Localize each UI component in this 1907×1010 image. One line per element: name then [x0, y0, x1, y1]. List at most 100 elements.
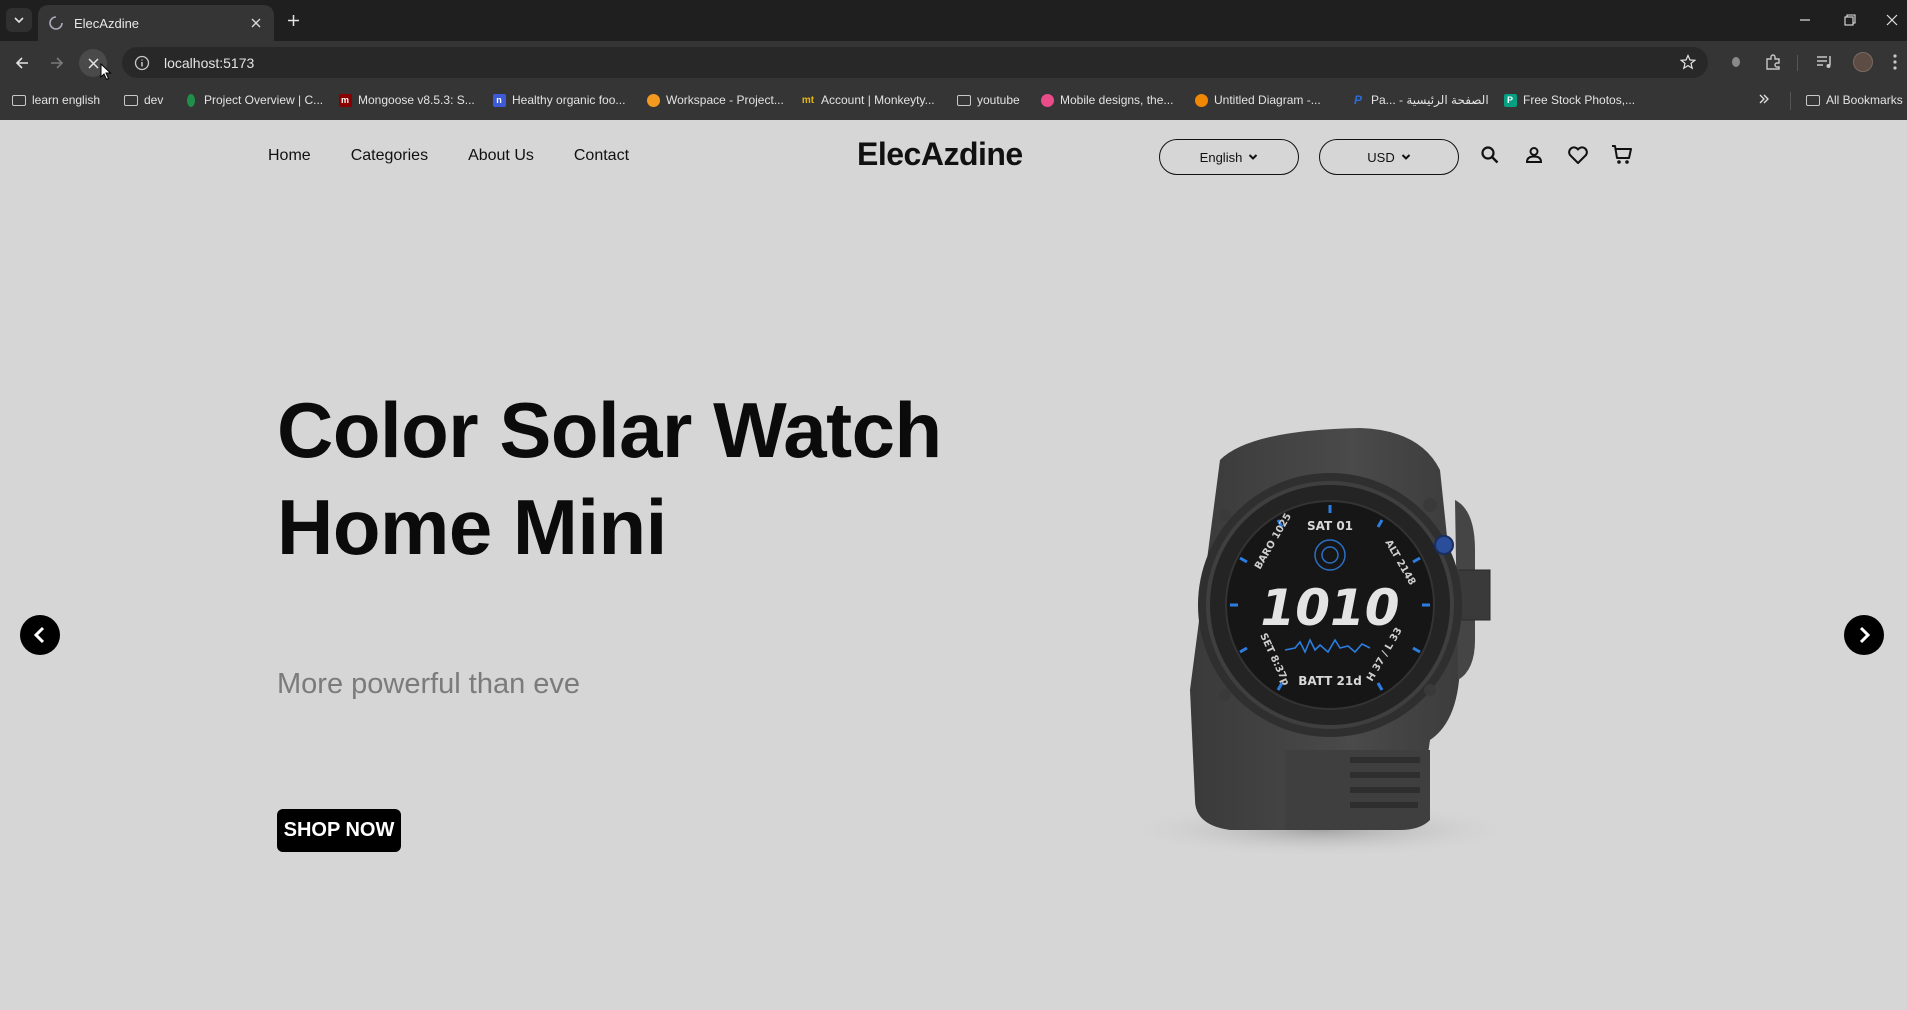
bookmark-label: dev: [144, 93, 164, 107]
forward-button[interactable]: [43, 49, 71, 77]
bookmarks-bar: learn english dev Project Overview | C..…: [0, 83, 1907, 120]
hero-title-line1: Color Solar Watch: [277, 386, 942, 474]
bookmark-item[interactable]: n Healthy organic foo...: [492, 93, 625, 107]
folder-icon: [957, 93, 971, 107]
restore-icon: [1844, 14, 1856, 26]
cart-icon[interactable]: [1610, 143, 1634, 167]
chevron-down-icon: [1401, 154, 1410, 160]
tab-search-button[interactable]: [6, 8, 32, 32]
tab-title: ElecAzdine: [74, 15, 140, 31]
site-logo[interactable]: ElecAzdine: [857, 136, 1023, 173]
bookmark-item[interactable]: P Pa... - الصفحة الرئيسية: [1351, 93, 1489, 107]
mt-icon: mt: [801, 94, 815, 106]
profile-avatar[interactable]: [1853, 52, 1873, 72]
browser-toolbar: localhost:5173: [0, 41, 1907, 83]
bookmark-label: Pa... - الصفحة الرئيسية: [1371, 93, 1489, 107]
minimize-button[interactable]: [1790, 8, 1820, 32]
minimize-icon: [1800, 19, 1810, 21]
watch-battery-label: BATT 21d: [1298, 674, 1362, 688]
close-icon: [1886, 14, 1898, 26]
bookmark-label: Untitled Diagram -...: [1214, 93, 1321, 107]
bookmark-item[interactable]: learn english: [12, 93, 100, 107]
extension-dragon-icon[interactable]: [1725, 51, 1747, 73]
user-icon[interactable]: [1522, 143, 1546, 167]
address-bar[interactable]: localhost:5173: [122, 47, 1708, 78]
drawio-icon: [1194, 93, 1208, 107]
url-text: localhost:5173: [164, 54, 255, 71]
bookmark-item[interactable]: Untitled Diagram -...: [1194, 93, 1321, 107]
loading-favicon-icon: [49, 16, 63, 30]
currency-select[interactable]: USD: [1319, 139, 1459, 175]
nav-contact[interactable]: Contact: [574, 147, 629, 165]
shop-now-button[interactable]: SHOP NOW: [277, 809, 401, 852]
bookmark-item[interactable]: dev: [124, 93, 163, 107]
bookmark-label: Healthy organic foo...: [512, 93, 626, 107]
main-nav: Home Categories About Us Contact: [268, 147, 629, 165]
restore-button[interactable]: [1835, 8, 1865, 32]
toolbar-divider: [1797, 55, 1798, 71]
folder-icon: [124, 93, 138, 107]
bookmarks-overflow-button[interactable]: [1758, 93, 1770, 105]
all-bookmarks-button[interactable]: All Bookmarks: [1806, 93, 1903, 107]
language-select[interactable]: English: [1159, 139, 1299, 175]
currency-select-value: USD: [1367, 149, 1395, 165]
bookmark-item[interactable]: Mobile designs, the...: [1040, 93, 1173, 107]
hero-subtitle: More powerful than eve: [277, 668, 581, 700]
watch-time-label: 1010: [1260, 579, 1399, 637]
plus-icon: [287, 14, 299, 26]
web-page: Home Categories About Us Contact ElecAzd…: [0, 120, 1907, 1010]
more-menu-icon[interactable]: [1884, 51, 1906, 73]
n-icon: n: [492, 93, 506, 107]
extensions-puzzle-icon[interactable]: [1762, 51, 1784, 73]
paypal-icon: P: [1353, 93, 1362, 107]
chevron-down-icon: [14, 17, 24, 24]
carousel-prev-button[interactable]: [20, 615, 60, 655]
arrow-right-icon: [51, 57, 64, 69]
hero-title: Color Solar Watch Home Mini: [277, 382, 942, 576]
product-watch-image: SAT 01 1010 BATT 21d BARO 1025 SET 8:37p…: [1120, 428, 1520, 858]
mongodb-leaf-icon: [184, 93, 198, 107]
bookmark-label: Free Stock Photos,...: [1523, 93, 1636, 107]
site-info-icon[interactable]: [134, 55, 150, 71]
new-tab-button[interactable]: [282, 9, 304, 31]
folder-icon: [12, 93, 26, 107]
orange-circle-icon: [646, 93, 660, 107]
chevron-left-icon: [33, 626, 45, 644]
bookmark-star-icon[interactable]: [1680, 54, 1696, 70]
bookmarks-divider: [1790, 92, 1791, 110]
carousel-next-button[interactable]: [1844, 615, 1884, 655]
hero-title-line2: Home Mini: [277, 483, 667, 571]
close-window-button[interactable]: [1877, 8, 1907, 32]
chevron-right-icon: [1859, 626, 1871, 644]
bookmark-item[interactable]: m Mongoose v8.5.3: S...: [338, 93, 475, 107]
nav-about-us[interactable]: About Us: [468, 147, 534, 165]
tab-close-icon[interactable]: [248, 15, 264, 31]
bookmark-label: learn english: [32, 93, 101, 107]
mouse-cursor-icon: [100, 63, 112, 81]
browser-tab-active[interactable]: ElecAzdine: [38, 5, 274, 41]
bookmark-item[interactable]: P Free Stock Photos,...: [1503, 93, 1635, 107]
bookmark-label: Account | Monkeyty...: [821, 93, 935, 107]
search-icon[interactable]: [1478, 143, 1502, 167]
browser-chrome: ElecAzdine localhost:5173 learn english …: [0, 0, 1907, 120]
bookmark-label: Workspace - Project...: [666, 93, 784, 107]
watch-day-label: SAT 01: [1307, 519, 1353, 533]
all-bookmarks-label: All Bookmarks: [1826, 93, 1903, 107]
bookmark-label: Project Overview | C...: [204, 93, 324, 107]
pexels-icon: P: [1503, 93, 1517, 107]
bookmark-item[interactable]: youtube: [957, 93, 1020, 107]
bookmark-item[interactable]: Workspace - Project...: [646, 93, 784, 107]
media-controls-icon[interactable]: [1814, 51, 1836, 73]
bookmark-item[interactable]: Project Overview | C...: [184, 93, 323, 107]
close-icon: [87, 57, 99, 69]
bookmark-label: Mobile designs, the...: [1060, 93, 1174, 107]
heart-icon[interactable]: [1566, 143, 1590, 167]
mongoose-icon: m: [338, 93, 352, 107]
bookmark-label: Mongoose v8.5.3: S...: [358, 93, 475, 107]
tab-strip: ElecAzdine: [0, 0, 1907, 41]
back-button[interactable]: [8, 49, 36, 77]
nav-home[interactable]: Home: [268, 147, 311, 165]
bookmark-item[interactable]: mt Account | Monkeyty...: [801, 93, 935, 107]
nav-categories[interactable]: Categories: [351, 147, 428, 165]
double-chevron-right-icon: [1759, 94, 1769, 104]
